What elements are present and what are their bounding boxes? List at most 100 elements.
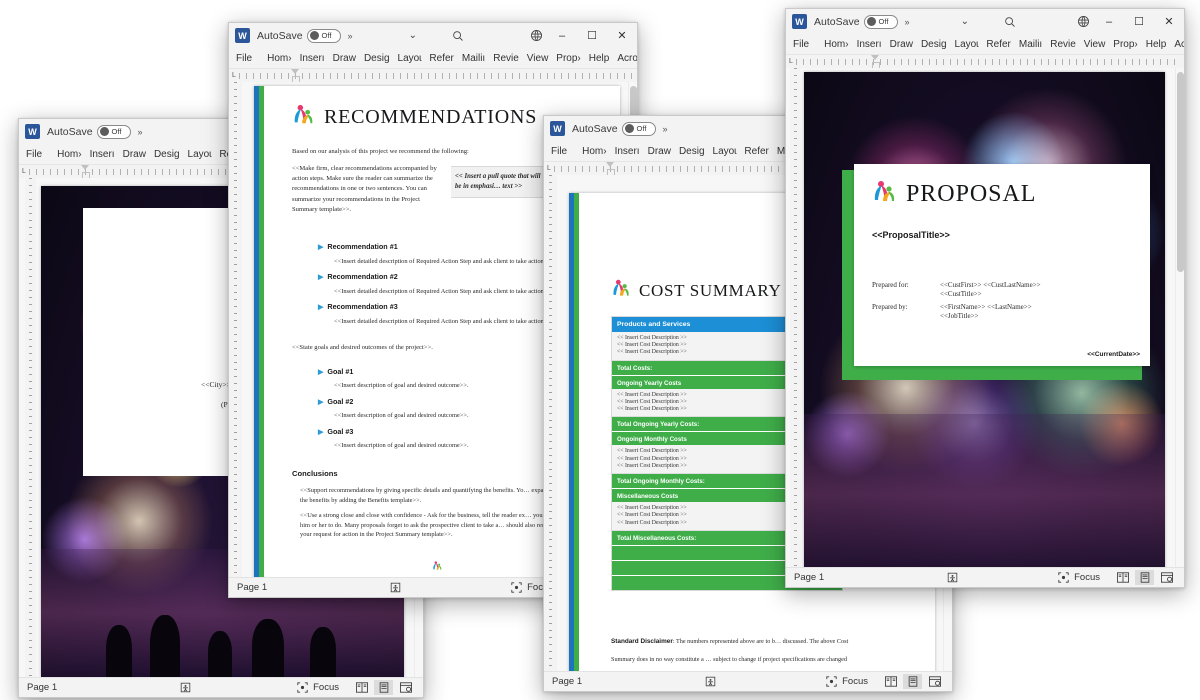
tab-stop-selector[interactable]: L	[786, 58, 796, 65]
tab-draw[interactable]: Draw	[645, 144, 674, 159]
print-layout-icon[interactable]	[1135, 570, 1154, 585]
focus-button[interactable]: Focus	[1055, 571, 1100, 585]
overflow-icon[interactable]: »	[905, 17, 910, 27]
tab-draw[interactable]: Draw	[330, 51, 359, 66]
minimize-button[interactable]: –	[547, 23, 577, 48]
tab-insert[interactable]: Inserı	[612, 144, 643, 159]
tab-home[interactable]: Hom›	[579, 144, 609, 159]
tab-home[interactable]: Hom›	[54, 147, 84, 162]
tab-layout[interactable]: Layoɩ	[710, 144, 740, 159]
tab-file[interactable]: File	[548, 144, 570, 159]
status-bar[interactable]: Page 1 Focus	[786, 567, 1184, 587]
word-window-proposal[interactable]: W AutoSave Off » ⌄ – ☐ ✕ File Hom› Inser…	[785, 8, 1185, 588]
tab-draw[interactable]: Draw	[887, 37, 916, 52]
tab-help[interactable]: Help	[586, 51, 613, 66]
web-layout-icon[interactable]	[396, 680, 415, 695]
minimize-button[interactable]: –	[1094, 9, 1124, 34]
prepared-by-name[interactable]: <<FirstName>> <<LastName>>	[940, 303, 1032, 311]
tab-draw[interactable]: Draw	[120, 147, 149, 162]
tab-stop-selector[interactable]: L	[229, 72, 239, 79]
tab-layout[interactable]: Layoɩ	[185, 147, 215, 162]
tab-insert[interactable]: Inserı	[87, 147, 118, 162]
titlebar[interactable]: W AutoSave Off » ⌄ – ☐ ✕	[786, 9, 1184, 34]
tab-insert[interactable]: Inserı	[297, 51, 328, 66]
read-mode-icon[interactable]	[881, 674, 900, 689]
overflow-icon[interactable]: »	[138, 127, 143, 137]
close-button[interactable]: ✕	[1154, 9, 1184, 34]
page-number-label[interactable]: Page 1	[27, 682, 57, 693]
page-number-label[interactable]: Page 1	[794, 572, 824, 583]
window-controls[interactable]: – ☐ ✕	[547, 23, 637, 48]
page-area[interactable]: PROPOSAL <<ProposalTitle>> Prepared for:…	[786, 68, 1175, 567]
close-button[interactable]: ✕	[607, 23, 637, 48]
indent-marker-icon[interactable]	[870, 55, 880, 68]
search-icon[interactable]	[447, 25, 469, 47]
current-date-field[interactable]: <<CurrentDate>>	[1087, 351, 1140, 358]
page-number-label[interactable]: Page 1	[237, 582, 267, 593]
prepared-for-name[interactable]: <<CustFirst>> <<CustLastName>>	[940, 281, 1041, 289]
tab-file[interactable]: File	[23, 147, 45, 162]
maximize-button[interactable]: ☐	[577, 23, 607, 48]
indent-marker-icon[interactable]	[290, 69, 300, 82]
tab-design[interactable]: Desiɡ	[918, 37, 950, 52]
tab-proposal[interactable]: Prop›	[1110, 37, 1140, 52]
autosave-toggle[interactable]: Off	[863, 14, 898, 29]
tab-view[interactable]: View	[1081, 37, 1109, 52]
tab-design[interactable]: Desiɡ	[151, 147, 183, 162]
autosave-toggle[interactable]: Off	[621, 121, 656, 136]
tab-home[interactable]: Hom›	[264, 51, 294, 66]
accessibility-checker-icon[interactable]	[387, 581, 403, 595]
tab-file[interactable]: File	[233, 51, 255, 66]
tab-stop-selector[interactable]: L	[544, 165, 554, 172]
window-controls[interactable]: – ☐ ✕	[1094, 9, 1184, 34]
titlebar[interactable]: W AutoSave Off » ⌄ – ☐ ✕	[229, 23, 637, 48]
ribbon-tabs[interactable]: File Hom› Inserı Draw Desiɡ Layoɩ Refer …	[229, 48, 637, 69]
autosave-toggle[interactable]: Off	[306, 28, 341, 43]
document-canvas[interactable]: PROPOSAL <<ProposalTitle>> Prepared for:…	[786, 68, 1184, 567]
web-layout-icon[interactable]	[1157, 570, 1176, 585]
print-layout-icon[interactable]	[374, 680, 393, 695]
vertical-scrollbar[interactable]	[1175, 68, 1184, 567]
prepared-by-title[interactable]: <<JobTitle>>	[940, 312, 979, 320]
document-page[interactable]: PROPOSAL <<ProposalTitle>> Prepared for:…	[804, 72, 1165, 567]
status-bar[interactable]: Page 1 Focus	[544, 671, 952, 691]
tab-insert[interactable]: Inserı	[854, 37, 885, 52]
accessibility-checker-icon[interactable]	[944, 571, 960, 585]
autosave-toggle[interactable]: Off	[96, 124, 131, 139]
search-icon[interactable]	[999, 11, 1021, 33]
tab-layout[interactable]: Layoɩ	[395, 51, 425, 66]
tab-design[interactable]: Desiɡ	[361, 51, 393, 66]
tab-review[interactable]: Revie	[490, 51, 522, 66]
account-icon[interactable]	[1072, 11, 1094, 33]
tab-review[interactable]: Revie	[1047, 37, 1079, 52]
status-bar[interactable]: Page 1 Focus	[19, 677, 423, 697]
tab-view[interactable]: View	[524, 51, 552, 66]
read-mode-icon[interactable]	[352, 680, 371, 695]
focus-button[interactable]: Focus	[823, 675, 868, 689]
overflow-icon[interactable]: »	[663, 124, 668, 134]
tab-references[interactable]: Refer	[426, 51, 456, 66]
indent-marker-icon[interactable]	[605, 162, 615, 175]
accessibility-checker-icon[interactable]	[702, 675, 718, 689]
tab-mailings[interactable]: Mailiı	[459, 51, 488, 66]
tab-file[interactable]: File	[790, 37, 812, 52]
tab-acrobat[interactable]: Acroɐ	[614, 51, 637, 66]
account-icon[interactable]	[525, 25, 547, 47]
tab-references[interactable]: Refer	[983, 37, 1013, 52]
maximize-button[interactable]: ☐	[1124, 9, 1154, 34]
tab-design[interactable]: Desiɡ	[676, 144, 708, 159]
tab-home[interactable]: Hom›	[821, 37, 851, 52]
tab-acrobat[interactable]: Acroɐ	[1171, 37, 1184, 52]
ruler-track[interactable]	[795, 55, 1180, 68]
ribbon-tabs[interactable]: File Hom› Inserı Draw Desiɡ Layoɩ Refer …	[786, 34, 1184, 55]
indent-marker-icon[interactable]	[80, 165, 90, 178]
chevron-down-icon[interactable]: ⌄	[409, 30, 417, 41]
tab-references[interactable]: Refer	[741, 144, 771, 159]
overflow-icon[interactable]: »	[348, 31, 353, 41]
chevron-down-icon[interactable]: ⌄	[961, 16, 969, 27]
print-layout-icon[interactable]	[903, 674, 922, 689]
ruler-track[interactable]	[238, 69, 633, 82]
tab-layout[interactable]: Layoɩ	[952, 37, 982, 52]
tab-stop-selector[interactable]: L	[19, 168, 29, 175]
focus-button[interactable]: Focus	[294, 681, 339, 695]
